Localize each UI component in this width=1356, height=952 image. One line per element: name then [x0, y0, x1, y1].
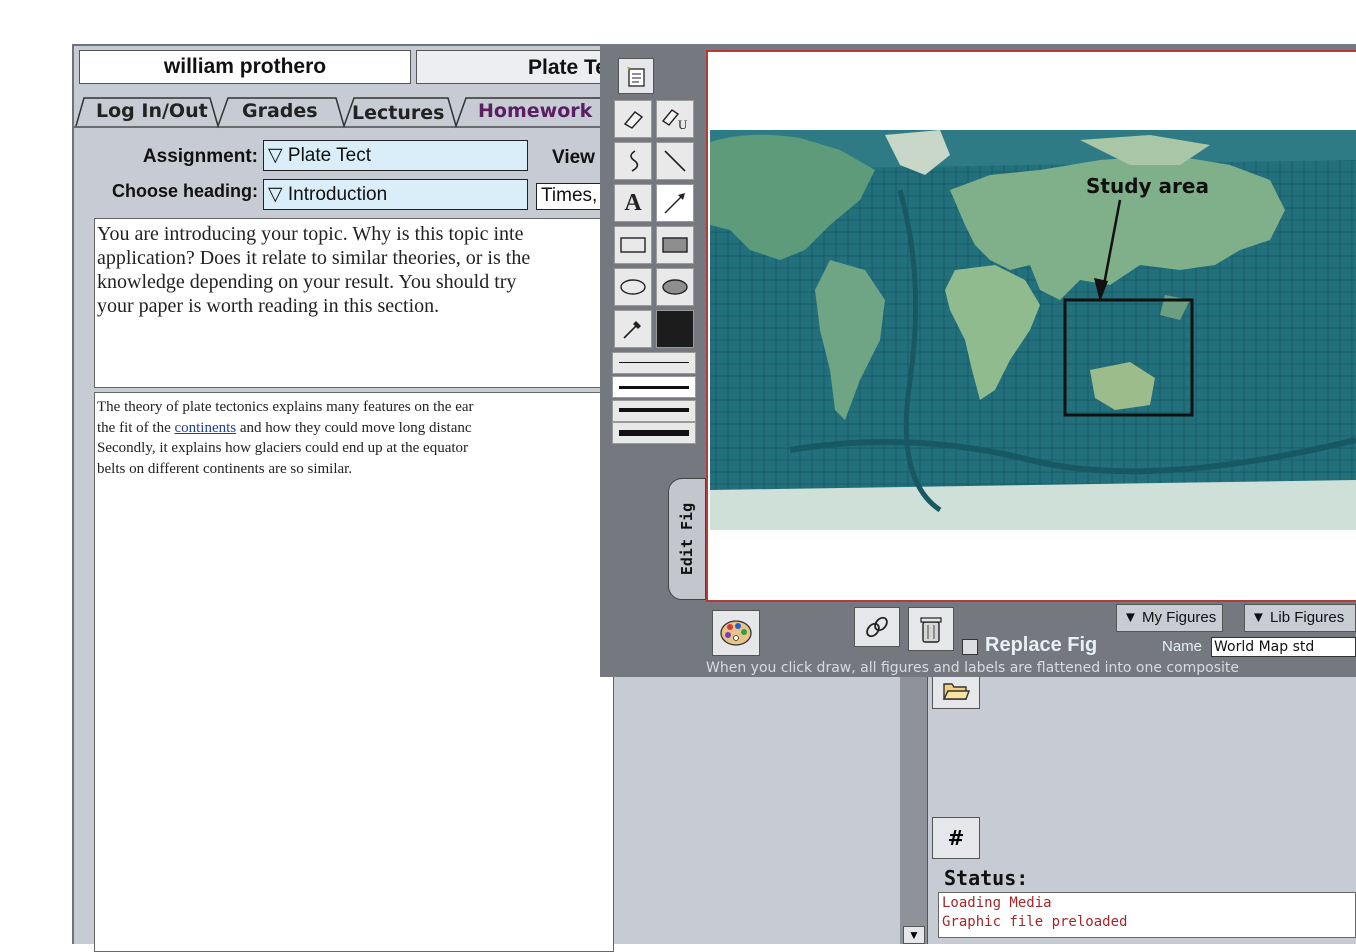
text-line: The theory of plate tectonics explains m… [97, 399, 474, 415]
document-title-field: Plate Te [416, 50, 616, 84]
choose-heading-label: Choose heading: [111, 181, 258, 201]
tab-log-in-out[interactable]: Log In/Out [96, 96, 208, 128]
instruction-line: your paper is worth reading in this sect… [97, 295, 440, 317]
squiggle-icon [630, 150, 639, 172]
student-text-editor[interactable]: The theory of plate tectonics explains m… [94, 392, 614, 952]
heading-select[interactable]: ▽ Introduction [263, 179, 528, 210]
text-line: the fit of the continents and how they c… [97, 419, 472, 436]
edit-fig-tab[interactable]: Edit Fig [668, 478, 706, 600]
line-width-medium[interactable] [612, 376, 696, 398]
ellipse-filled-icon [662, 279, 688, 295]
tab-grades[interactable]: Grades [242, 96, 318, 128]
svg-text:U: U [678, 117, 688, 131]
new-figure-button[interactable] [618, 58, 654, 94]
flatten-note: When you click draw, all figures and lab… [706, 660, 1240, 676]
font-select[interactable]: Times, [536, 183, 606, 210]
rectangle-outline-icon [620, 237, 646, 253]
assignment-select[interactable]: ▽ Plate Tect [263, 140, 528, 171]
text-tool[interactable]: A [614, 184, 652, 222]
side-panel: ▼ # Status: Loading Media Graphic file p… [900, 671, 1356, 944]
figure-canvas[interactable]: Study area [706, 50, 1356, 602]
assignment-label: Assignment: [142, 146, 258, 167]
instruction-line: application? Does it relate to similar t… [97, 247, 531, 269]
instructions-pane: You are introducing your topic. Why is t… [94, 218, 614, 388]
annotation-overlay [1063, 199, 1194, 417]
filled-rectangle-tool[interactable] [656, 226, 694, 264]
line-width-heavy[interactable] [612, 422, 696, 444]
trash-icon [920, 617, 942, 643]
freehand-tool[interactable] [614, 142, 652, 180]
eyedropper-tool[interactable] [614, 310, 652, 348]
scroll-down-button[interactable]: ▼ [903, 926, 925, 944]
tab-lectures[interactable]: Lectures [352, 98, 444, 130]
arrow-tool[interactable] [656, 184, 694, 222]
text-line: Secondly, it explains how glaciers could… [97, 440, 469, 456]
ellipse-tool[interactable] [614, 268, 652, 306]
arrow-icon [664, 193, 685, 214]
rectangle-tool[interactable] [614, 226, 652, 264]
tab-homework[interactable]: Homework [478, 96, 592, 128]
status-line: Loading Media [942, 895, 1052, 911]
text-line: belts on different continents are so sim… [97, 460, 353, 477]
instruction-line: knowledge depending on your result. You … [97, 271, 517, 293]
folder-icon [942, 683, 970, 700]
line-width-thin[interactable] [612, 352, 696, 374]
tab-bar: Log In/Out Grades Lectures Homework [74, 94, 604, 130]
world-map-image: Study area [710, 130, 1356, 530]
line-icon [664, 150, 686, 172]
status-line: Graphic file preloaded [942, 914, 1128, 930]
eraser-icon [623, 111, 644, 129]
eraser-undo-icon: U [661, 109, 688, 131]
scrollbar-track[interactable] [900, 677, 928, 944]
link-icon [866, 616, 888, 638]
palette-icon [720, 620, 752, 646]
undo-eraser-tool[interactable]: U [656, 100, 694, 138]
lib-figures-dropdown[interactable]: ▼ Lib Figures [1244, 604, 1356, 632]
draw-button[interactable] [712, 610, 760, 656]
continents-link[interactable]: continents [174, 420, 236, 436]
line-tool[interactable] [656, 142, 694, 180]
name-label: Name [1162, 638, 1203, 655]
replace-fig-checkbox[interactable] [962, 639, 978, 655]
eraser-tool[interactable] [614, 100, 652, 138]
replace-fig-label: Replace Fig [985, 634, 1098, 656]
fill-color-swatch[interactable] [656, 310, 694, 348]
delete-button[interactable] [908, 607, 954, 651]
number-button[interactable]: # [932, 817, 980, 859]
text-tool-icon: A [624, 189, 642, 216]
status-label: Status: [944, 866, 1029, 890]
tool-palette: U A [612, 100, 700, 520]
new-document-icon [627, 67, 645, 87]
user-name-field: william prothero [79, 50, 411, 84]
my-figures-dropdown[interactable]: ▼ My Figures [1116, 604, 1224, 632]
status-log: Loading Media Graphic file preloaded [938, 892, 1356, 938]
instruction-line: You are introducing your topic. Why is t… [97, 223, 524, 245]
line-width-thick[interactable] [612, 400, 696, 422]
figure-editor: U A Edit Fig Study area Replace Fig ▼ My… [600, 44, 1356, 677]
ellipse-outline-icon [620, 279, 646, 295]
eyedropper-icon [623, 321, 641, 339]
figure-name-input[interactable]: World Map std [1211, 637, 1356, 657]
filled-ellipse-tool[interactable] [656, 268, 694, 306]
link-button[interactable] [854, 607, 900, 647]
rectangle-filled-icon [662, 237, 688, 253]
